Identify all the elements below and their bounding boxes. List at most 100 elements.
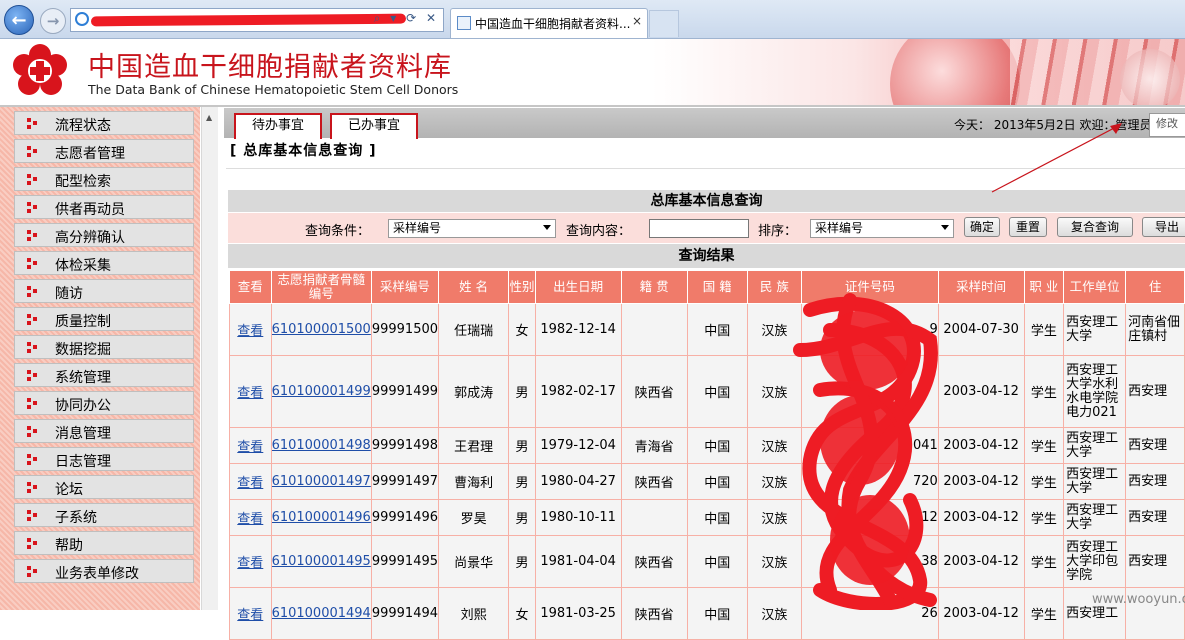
- cell-id-tail: 12: [800, 499, 939, 536]
- cell-birth: 1981-03-25: [534, 587, 622, 640]
- sidebar-item[interactable]: 随访: [14, 279, 194, 303]
- sidebar-item[interactable]: 志愿者管理: [14, 139, 194, 163]
- marrow-number-link[interactable]: 610100001497: [272, 474, 370, 489]
- address-tools-icons[interactable]: ⌕ ▾ ⟳ ✕: [374, 11, 439, 26]
- view-link[interactable]: 查看: [237, 386, 263, 401]
- cell-addr: 西安理: [1125, 535, 1185, 588]
- cell-unit: 西安理工大学: [1063, 427, 1127, 464]
- date-welcome-text: 今天： 2013年5月2日 欢迎：管理员: [954, 118, 1152, 132]
- cell-unit: 西安理工大学: [1063, 499, 1127, 536]
- marrow-number-link[interactable]: 610100001494: [272, 606, 370, 621]
- cell-ethnic: 汉族: [746, 463, 802, 500]
- cell-addr: 西安理: [1125, 427, 1185, 464]
- sidebar-item[interactable]: 供者再动员: [14, 195, 194, 219]
- view-link[interactable]: 查看: [237, 324, 263, 339]
- view-link[interactable]: 查看: [237, 440, 263, 455]
- chevron-down-icon: [941, 225, 949, 230]
- cell-native: [620, 499, 688, 536]
- sidebar-item-label: 论坛: [55, 482, 83, 498]
- cell-sex: 男: [508, 355, 536, 428]
- view-link[interactable]: 查看: [237, 512, 263, 527]
- cell-job: 学生: [1023, 587, 1065, 640]
- export-button[interactable]: 导出: [1142, 217, 1185, 237]
- cell-native: 陕西省: [620, 355, 688, 428]
- cell-job: 学生: [1023, 463, 1065, 500]
- query-section-header: 总库基本信息查询: [228, 190, 1185, 212]
- column-header: 查看: [229, 270, 272, 304]
- main-tab-bar: 待办事宜 已办事宜 今天： 2013年5月2日 欢迎：管理员 修改: [224, 108, 1185, 139]
- sidebar-item[interactable]: 日志管理: [14, 447, 194, 471]
- close-tab-icon[interactable]: ×: [632, 14, 642, 28]
- compound-query-button[interactable]: 复合查询: [1057, 217, 1133, 237]
- browser-tab[interactable]: 中国造血干细胞捐献者资料... ×: [450, 8, 648, 38]
- cell-unit: 西安理工大学印包学院: [1063, 535, 1127, 588]
- confirm-button[interactable]: 确定: [964, 217, 1000, 237]
- cell-view: 查看: [229, 355, 272, 428]
- marrow-number-link[interactable]: 610100001496: [272, 510, 370, 525]
- cell-view: 查看: [229, 587, 272, 640]
- sort-label: 排序：: [758, 224, 798, 239]
- cell-view: 查看: [229, 303, 272, 356]
- red-bullet-icon: [27, 454, 37, 465]
- address-bar[interactable]: ⌕ ▾ ⟳ ✕: [70, 8, 444, 32]
- cell-marrow-no: 610100001495: [270, 535, 372, 588]
- sidebar-item[interactable]: 消息管理: [14, 419, 194, 443]
- sidebar-item-label: 流程状态: [55, 118, 111, 134]
- cell-name: 罗昊: [438, 499, 510, 536]
- sidebar-item[interactable]: 系统管理: [14, 363, 194, 387]
- table-row[interactable]: 查看 610100001500 99991500 任瑞瑞女 1982-12-14 中国 汉族…: [229, 303, 1185, 356]
- red-bullet-icon: [27, 426, 37, 437]
- forward-arrow-icon[interactable]: →: [40, 8, 66, 34]
- table-row[interactable]: 查看 610100001496 99991496 罗昊男 1980-10-11 中国 汉族 1…: [229, 499, 1185, 536]
- sidebar-item-label: 子系统: [55, 510, 97, 526]
- view-link[interactable]: 查看: [237, 608, 263, 623]
- sort-select[interactable]: 采样编号: [810, 219, 954, 238]
- modify-button[interactable]: 修改: [1149, 113, 1185, 137]
- sidebar-item-label: 志愿者管理: [55, 146, 125, 162]
- marrow-number-link[interactable]: 610100001499: [272, 384, 370, 399]
- condition-label: 查询条件：: [305, 224, 371, 239]
- tab-pending[interactable]: 待办事宜: [234, 113, 322, 139]
- sidebar-item[interactable]: 质量控制: [14, 307, 194, 331]
- reset-button[interactable]: 重置: [1009, 217, 1047, 237]
- column-header: 民 族: [746, 270, 802, 304]
- back-arrow-icon[interactable]: ←: [4, 5, 34, 35]
- marrow-number-link[interactable]: 610100001498: [272, 438, 370, 453]
- view-link[interactable]: 查看: [237, 556, 263, 571]
- cell-sample-no: 99991496: [370, 499, 440, 536]
- marrow-number-link[interactable]: 610100001495: [272, 554, 370, 569]
- table-row[interactable]: 查看 610100001494 99991494 刘熙女 1981-03-25 陕西省 中国…: [229, 587, 1185, 640]
- marrow-number-link[interactable]: 610100001500: [272, 322, 370, 337]
- cell-nation: 中国: [686, 355, 748, 428]
- sidebar-item[interactable]: 配型检索: [14, 167, 194, 191]
- sidebar-item[interactable]: 帮助: [14, 531, 194, 555]
- sidebar-item[interactable]: 体检采集: [14, 251, 194, 275]
- sidebar-item[interactable]: 协同办公: [14, 391, 194, 415]
- banner-decoration: [890, 39, 1020, 105]
- sidebar-item[interactable]: 流程状态: [14, 111, 194, 135]
- condition-select[interactable]: 采样编号: [388, 219, 556, 238]
- red-bullet-icon: [27, 258, 37, 269]
- cell-marrow-no: 610100001494: [270, 587, 372, 640]
- red-bullet-icon: [27, 538, 37, 549]
- sort-select-value: 采样编号: [815, 221, 864, 235]
- table-row[interactable]: 查看 610100001499 99991499 郭成涛男 1982-02-17 陕西省中…: [229, 355, 1185, 428]
- view-link[interactable]: 查看: [237, 476, 263, 491]
- content-input[interactable]: [649, 219, 749, 238]
- sidebar-item[interactable]: 业务表单修改: [14, 559, 194, 583]
- scroll-up-icon[interactable]: ▲: [206, 113, 212, 122]
- tab-done[interactable]: 已办事宜: [330, 113, 418, 139]
- table-row[interactable]: 查看 610100001495 99991495 尚景华男 1981-04-04 陕西省中…: [229, 535, 1185, 588]
- cell-birth: 1982-12-14: [534, 303, 622, 356]
- table-row[interactable]: 查看 610100001497 99991497 曹海利男 1980-04-27 陕西省中…: [229, 463, 1185, 500]
- sidebar-item[interactable]: 高分辨确认: [14, 223, 194, 247]
- sidebar-scrollbar[interactable]: ▲: [201, 107, 218, 610]
- cell-unit: 西安理工大学水利水电学院电力021: [1063, 355, 1127, 428]
- sidebar-item[interactable]: 数据挖掘: [14, 335, 194, 359]
- table-row[interactable]: 查看 610100001498 99991498 王君理男 1979-12-04 青海省中…: [229, 427, 1185, 464]
- sidebar-item[interactable]: 子系统: [14, 503, 194, 527]
- new-tab-button[interactable]: [649, 10, 679, 37]
- cell-ethnic: 汉族: [746, 355, 802, 428]
- red-cross-flower-logo: [13, 44, 67, 95]
- sidebar-item[interactable]: 论坛: [14, 475, 194, 499]
